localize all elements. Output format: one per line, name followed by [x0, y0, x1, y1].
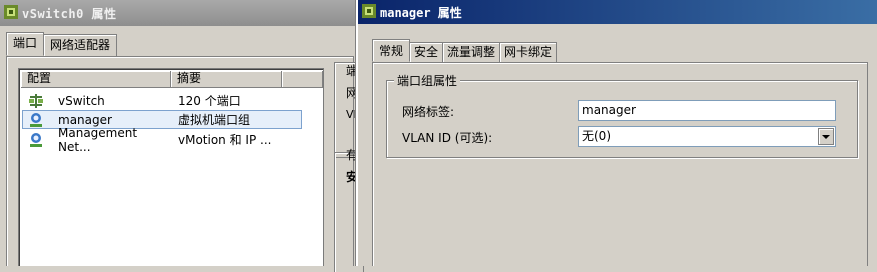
vsphere-app-icon [4, 4, 18, 22]
row-config: vSwitch [58, 93, 105, 108]
vmkernel-port-icon [28, 132, 44, 148]
port-list[interactable]: 配置 摘要 vSwitch 120 个端口 manager 虚拟机端口组 Man… [18, 68, 324, 266]
tab-traffic-shaping[interactable]: 流量调整 [442, 42, 501, 62]
window-title: manager 属性 [380, 5, 462, 20]
network-label-input[interactable]: manager [578, 100, 836, 121]
vswitch-window-titlebar[interactable]: vSwitch0 属性 [0, 0, 360, 26]
column-header-spacer [282, 71, 323, 88]
tab-security[interactable]: 安全 [409, 42, 444, 62]
vsphere-app-icon [362, 3, 376, 21]
portgroup-properties-window: manager 属性 常规 安全 流量调整 网卡绑定 端口组属性 网络标签: m… [356, 0, 877, 266]
row-summary: 虚拟机端口组 [178, 113, 251, 127]
column-header-config[interactable]: 配置 [21, 71, 171, 88]
portgroup-tab-strip: 常规 安全 流量调整 网卡绑定 [372, 39, 558, 62]
port-list-header: 配置 摘要 [21, 71, 323, 88]
network-label-caption: 网络标签: [402, 105, 455, 119]
tab-ports[interactable]: 端口 [6, 32, 45, 56]
row-config: manager [58, 112, 112, 127]
list-item[interactable]: Management Net... vMotion 和 IP ... [22, 126, 302, 154]
row-config: Management Net... [58, 125, 138, 154]
tab-general[interactable]: 常规 [372, 39, 411, 62]
tab-nic-teaming[interactable]: 网卡绑定 [499, 42, 558, 62]
vlan-id-caption: VLAN ID (可选): [402, 131, 493, 145]
hidden-detail-pane: 端 网 VI 有 安 [334, 62, 364, 272]
row-summary: 120 个端口 [178, 94, 241, 108]
vlan-id-select[interactable]: 无(0) [578, 126, 836, 147]
vswitch-icon [28, 93, 44, 109]
chevron-down-icon[interactable] [818, 128, 834, 145]
portgroup-window-titlebar[interactable]: manager 属性 [358, 0, 877, 24]
tab-network-adapters[interactable]: 网络适配器 [43, 34, 118, 56]
group-title: 端口组属性 [394, 72, 461, 89]
vswitch-properties-window: vSwitch0 属性 端口 网络适配器 配置 摘要 vSwitch 120 个… [0, 0, 364, 272]
vswitch-tab-strip: 端口 网络适配器 [6, 32, 118, 56]
window-title: vSwitch0 属性 [22, 6, 117, 21]
vlan-id-value: 无(0) [582, 129, 611, 143]
list-item[interactable]: vSwitch 120 个端口 [22, 91, 302, 110]
row-summary: vMotion 和 IP ... [178, 133, 272, 147]
column-header-summary[interactable]: 摘要 [171, 71, 282, 88]
